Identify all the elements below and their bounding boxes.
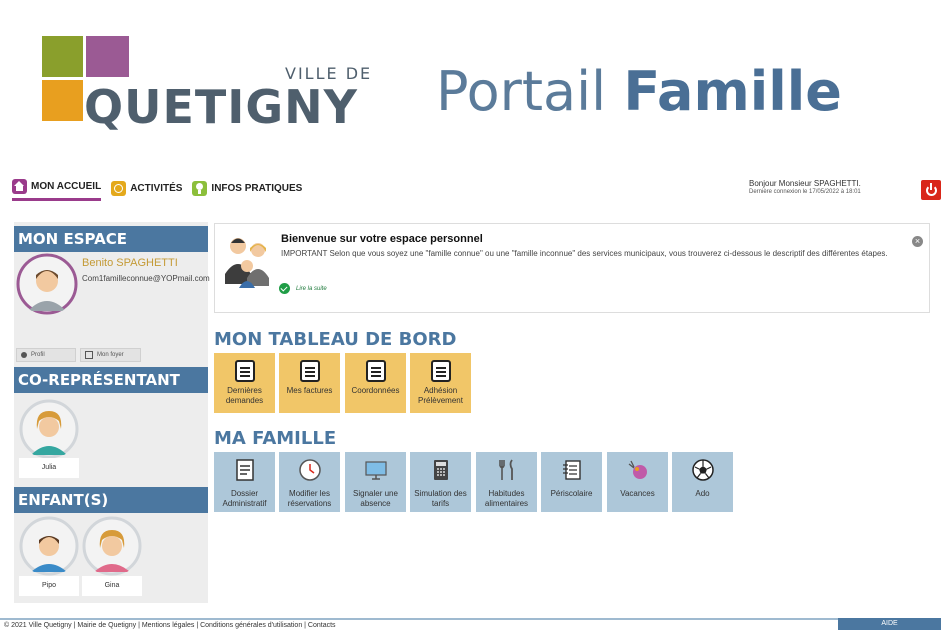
tile-mes-factures[interactable]: Mes factures	[279, 353, 340, 413]
grid-icon	[85, 351, 93, 359]
tile-label: Ado	[695, 489, 710, 498]
logout-button[interactable]	[921, 180, 941, 200]
tile-dossier-administratif[interactable]: Dossier Administratif	[214, 452, 275, 512]
corep-name: Julia	[41, 464, 57, 471]
tile-label: Signaler une absence	[353, 489, 398, 508]
tile-label: Adhésion Prélèvement	[418, 386, 463, 405]
user-avatar[interactable]	[16, 253, 78, 315]
portal-title: Portail Famille	[436, 60, 842, 123]
aide-button[interactable]: AIDE	[838, 618, 941, 630]
mon-espace-heading: MON ESPACE	[14, 226, 208, 252]
child-card-pipo: Pipo	[19, 576, 79, 596]
dashboard-heading: MON TABLEAU DE BORD	[214, 329, 457, 350]
logo-square-orange	[42, 80, 83, 121]
nav-activites[interactable]: ACTIVITÉS	[111, 177, 182, 199]
notebook-icon	[562, 460, 581, 480]
tile-signaler-absence[interactable]: Signaler une absence	[345, 452, 406, 512]
document-list-icon	[234, 360, 255, 382]
user-name: Benito SPAGHETTI	[82, 257, 178, 269]
tile-dernieres-demandes[interactable]: Dernières demandes	[214, 353, 275, 413]
beach-ball-icon	[628, 460, 647, 479]
read-more-link[interactable]: Lire la suite	[279, 283, 327, 294]
nav-mon-accueil[interactable]: MON ACCUEIL	[12, 176, 102, 201]
profile-button[interactable]: Profil	[16, 348, 76, 362]
logo-city-text: QUETIGNY	[84, 80, 358, 134]
tile-label: Périscolaire	[550, 489, 593, 498]
tile-label: Mes factures	[286, 386, 333, 395]
child-name: Gina	[104, 582, 120, 589]
child-name: Pipo	[41, 582, 56, 589]
mon-foyer-button[interactable]: Mon foyer	[80, 348, 141, 362]
nav-label: ACTIVITÉS	[130, 182, 183, 194]
header-logo: VILLE DE QUETIGNY Portail Famille	[0, 0, 941, 160]
info-icon	[192, 180, 208, 196]
tile-label: Dossier Administratif	[222, 489, 267, 508]
logo-square-green	[42, 36, 83, 77]
corep-avatar-julia[interactable]	[19, 399, 79, 459]
tile-ado[interactable]: Ado	[672, 452, 733, 512]
child-avatar-gina[interactable]	[82, 516, 142, 576]
greeting-text: Bonjour Monsieur SPAGHETTI.	[749, 179, 861, 188]
logo-square-purple	[86, 36, 129, 77]
monitor-icon	[364, 461, 387, 480]
tile-adhesion-prelevement[interactable]: Adhésion Prélèvement	[410, 353, 471, 413]
user-email: Com1familleconnue@YOPmail.com	[82, 274, 210, 283]
read-more-label: Lire la suite	[296, 285, 327, 292]
corep-card: Julia	[19, 458, 79, 478]
calculator-icon	[433, 460, 448, 480]
tile-label: Dernières demandes	[225, 386, 264, 405]
foyer-label: Mon foyer	[97, 352, 124, 358]
welcome-panel: Bienvenue sur votre espace personnel IMP…	[214, 223, 930, 313]
portal-title-prefix: Portail	[436, 60, 607, 123]
welcome-title: Bienvenue sur votre espace personnel	[281, 233, 483, 245]
home-icon	[12, 179, 27, 194]
tile-label: Habitudes alimentaires	[484, 489, 529, 508]
euro-document-icon	[430, 360, 451, 382]
user-icon	[21, 352, 27, 358]
user-greeting: Bonjour Monsieur SPAGHETTI. Dernière con…	[749, 179, 861, 197]
profile-label: Profil	[31, 352, 45, 358]
welcome-text: IMPORTANT Selon que vous soyez une "fami…	[281, 249, 888, 258]
euro-bill-icon	[299, 360, 320, 382]
tile-habitudes-alimentaires[interactable]: Habitudes alimentaires	[476, 452, 537, 512]
soccer-ball-icon	[691, 459, 714, 481]
tile-label: Simulation des tarifs	[414, 489, 467, 508]
child-card-gina: Gina	[82, 576, 142, 596]
check-circle-icon	[279, 283, 290, 294]
tile-vacances[interactable]: Vacances	[607, 452, 668, 512]
clipboard-icon	[235, 459, 254, 481]
contact-card-icon	[365, 360, 386, 382]
main-nav: MON ACCUEIL ACTIVITÉS INFOS PRATIQUES	[12, 176, 312, 201]
tile-label: Vacances	[620, 489, 655, 498]
family-heading: MA FAMILLE	[214, 428, 337, 449]
nav-infos-pratiques[interactable]: INFOS PRATIQUES	[192, 177, 302, 199]
child-avatar-pipo[interactable]	[19, 516, 79, 576]
fork-knife-icon	[498, 459, 513, 480]
footer-links[interactable]: © 2021 Ville Quetigny | Mairie de Quetig…	[4, 622, 336, 629]
footer: © 2021 Ville Quetigny | Mairie de Quetig…	[0, 618, 941, 630]
tile-label: Coordonnées	[351, 386, 400, 395]
portal-title-bold: Famille	[623, 60, 842, 123]
tile-label: Modifier les réservations	[287, 489, 332, 508]
enfants-heading: ENFANT(S)	[14, 487, 208, 513]
close-icon[interactable]: ×	[912, 236, 923, 247]
nav-label: INFOS PRATIQUES	[211, 182, 303, 194]
family-icon	[225, 238, 269, 288]
nav-label: MON ACCUEIL	[31, 181, 102, 192]
co-representant-heading: CO-REPRÉSENTANT	[14, 367, 208, 393]
tile-periscolaire[interactable]: Périscolaire	[541, 452, 602, 512]
clock-icon	[298, 459, 321, 481]
tile-modifier-reservations[interactable]: Modifier les réservations	[279, 452, 340, 512]
tile-simulation-tarifs[interactable]: Simulation des tarifs	[410, 452, 471, 512]
clock-icon	[111, 180, 127, 196]
tile-coordonnees[interactable]: Coordonnées	[345, 353, 406, 413]
last-login-text: Dernière connexion le 17/05/2022 à 18:01	[749, 189, 861, 195]
